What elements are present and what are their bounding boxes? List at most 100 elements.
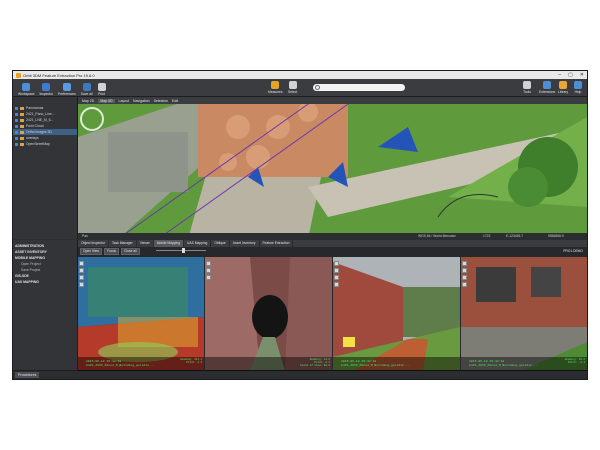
tab-object-inspector[interactable]: Object Inspector (78, 240, 110, 247)
status-scale: 1723 (483, 234, 491, 238)
close-button[interactable]: ✕ (580, 71, 584, 79)
imagery-viewports: 2015-06-18 15:42:18 2421_2015_Pano4_M_Bu… (78, 257, 587, 371)
checkbox-icon[interactable] (15, 124, 18, 128)
search-input[interactable] (313, 84, 405, 91)
save-all-button[interactable]: Save all (81, 81, 93, 96)
slider-handle[interactable] (182, 248, 185, 253)
print-button[interactable]: Print (97, 81, 106, 96)
viewport-street[interactable]: 2015-06-18 15:42:18 2421_2015_Pano4_M_Bu… (333, 257, 460, 371)
view-tool-icon[interactable] (334, 282, 339, 287)
checkbox-icon[interactable] (15, 106, 18, 110)
tools-icon (523, 81, 531, 89)
tunnel-image (205, 257, 332, 371)
view-tool-icon[interactable] (334, 261, 339, 266)
open-view-button[interactable]: Open View (80, 247, 103, 255)
tab-task-manager[interactable]: Task Manager (109, 240, 137, 247)
view-tool-icon[interactable] (79, 261, 84, 266)
view-tool-icon[interactable] (334, 268, 339, 273)
tools-button[interactable]: Tools (523, 81, 531, 94)
folder-icon (20, 142, 24, 146)
view-tool-icon[interactable] (462, 282, 467, 287)
close-all-button[interactable]: Close all (121, 247, 140, 255)
tab-layout[interactable]: Layout (119, 99, 130, 103)
search-icon (315, 85, 320, 90)
tab-oblique[interactable]: Oblique (211, 240, 230, 247)
library-icon (559, 81, 568, 89)
map-tabs: Map 2D Map 3D Layout Navigation Selectio… (78, 97, 587, 104)
tree-item-uas-mapping[interactable]: UAS MAPPING (13, 279, 77, 285)
workflow-tree: ADMINISTRATION ASSET INVENTORY MOBILE MA… (13, 240, 78, 371)
checkbox-icon[interactable] (15, 112, 18, 116)
extensions-icon (543, 81, 552, 89)
demo-tag: PRO1.DEMO (563, 249, 583, 253)
view-tool-icon[interactable] (462, 268, 467, 273)
checkbox-icon[interactable] (15, 136, 18, 140)
tab-navigation[interactable]: Navigation (133, 99, 150, 103)
view-tool-icon[interactable] (79, 282, 84, 287)
map-status-bar: Pan WGS 84 / World Mercator 1723 E-12345… (78, 233, 587, 239)
tab-viewer[interactable]: Viewer (137, 240, 154, 247)
help-button[interactable]: Help (574, 81, 582, 94)
library-button[interactable]: Library (558, 81, 568, 94)
street-image (333, 257, 460, 371)
viewport-tunnel[interactable]: Heading: 12.6 Pitch: 2.4 Field of View: 90… (205, 257, 332, 371)
folder-icon (20, 130, 24, 134)
view-tool-icon[interactable] (334, 275, 339, 280)
focus-button[interactable]: Focus (104, 247, 120, 255)
layer-item[interactable]: OpenStreetMap (13, 141, 77, 147)
view-tool-icon[interactable] (206, 268, 211, 273)
status-easting: E-123456.7 (506, 234, 524, 238)
view-tool-icon[interactable] (462, 261, 467, 266)
navigation-compass-icon[interactable] (80, 107, 104, 131)
view-tool-icon[interactable] (462, 275, 467, 280)
maximize-button[interactable]: ▢ (568, 71, 573, 79)
preferences-button[interactable]: Preferences (58, 81, 76, 96)
checkbox-icon[interactable] (15, 118, 18, 122)
tab-map-2d[interactable]: Map 2D (82, 99, 94, 103)
procedures-tab[interactable]: Procedures (15, 372, 40, 378)
checkbox-icon[interactable] (15, 142, 18, 146)
layers-panel: Panoramas 2421_Pano_Line... 2421_LNE_M_6… (13, 97, 78, 239)
tab-asset-inventory[interactable]: Asset Inventory (230, 240, 260, 247)
bottom-tab-bar: Procedures (13, 370, 587, 379)
fov-slider[interactable] (156, 248, 206, 253)
view-tool-icon[interactable] (79, 268, 84, 273)
select-button[interactable]: Select (288, 81, 297, 94)
tab-mobile-mapping[interactable]: Mobile Mapping (153, 240, 185, 247)
tab-uas-mapping[interactable]: UAS Mapping (184, 240, 212, 247)
inspector-button[interactable]: Inspector (39, 81, 53, 96)
tab-map-3d[interactable]: Map 3D (98, 98, 115, 103)
window-title: Orbit 3DM Feature Extraction Pro 19.6.0 (23, 72, 95, 78)
viewport-pointcloud[interactable]: 2015-06-18 15:42:18 2421_2015_Pano4_M_Bu… (78, 257, 204, 371)
minimize-button[interactable]: – (558, 71, 561, 79)
viewport-building[interactable]: 2015-06-18 15:42:18 2421_2015_Pano4_M_Bu… (461, 257, 587, 371)
aerial-map-image (78, 97, 587, 239)
view-tool-icon[interactable] (206, 275, 211, 280)
status-northing: 5556868.9 (548, 234, 564, 238)
viewport-caption: Heading: 12.6 Pitch: 2.4 Field of View: 90… (205, 357, 332, 371)
folder-icon (20, 136, 24, 140)
workspace-icon (22, 83, 31, 91)
upper-area: Panoramas 2421_Pano_Line... 2421_LNE_M_6… (13, 97, 587, 239)
folder-icon (20, 118, 24, 122)
view-tool-icon[interactable] (206, 261, 211, 266)
panel-toolbar: Open View Focus Close all PRO1.DEMO (78, 247, 587, 255)
tab-edit[interactable]: Edit (172, 99, 178, 103)
view-tool-icon[interactable] (79, 275, 84, 280)
measures-button[interactable]: Measures (268, 81, 282, 94)
panel-tabs: Object Inspector Task Manager Viewer Mob… (78, 240, 587, 247)
app-window: Orbit 3DM Feature Extraction Pro 19.6.0 … (12, 70, 588, 380)
folder-icon (20, 112, 24, 116)
help-icon (574, 81, 582, 89)
checkbox-icon[interactable] (15, 130, 18, 134)
inspector-icon (42, 83, 51, 91)
print-icon (97, 83, 106, 91)
map-view[interactable]: Map 2D Map 3D Layout Navigation Selectio… (78, 97, 587, 239)
tab-feature-extraction[interactable]: Feature Extraction (260, 240, 294, 247)
save-icon (82, 83, 91, 91)
folder-icon (20, 106, 24, 110)
tab-selection[interactable]: Selection (154, 99, 168, 103)
title-bar: Orbit 3DM Feature Extraction Pro 19.6.0 … (13, 71, 587, 79)
extensions-button[interactable]: Extensions (539, 81, 555, 94)
workspace-button[interactable]: Workspace (18, 81, 34, 96)
